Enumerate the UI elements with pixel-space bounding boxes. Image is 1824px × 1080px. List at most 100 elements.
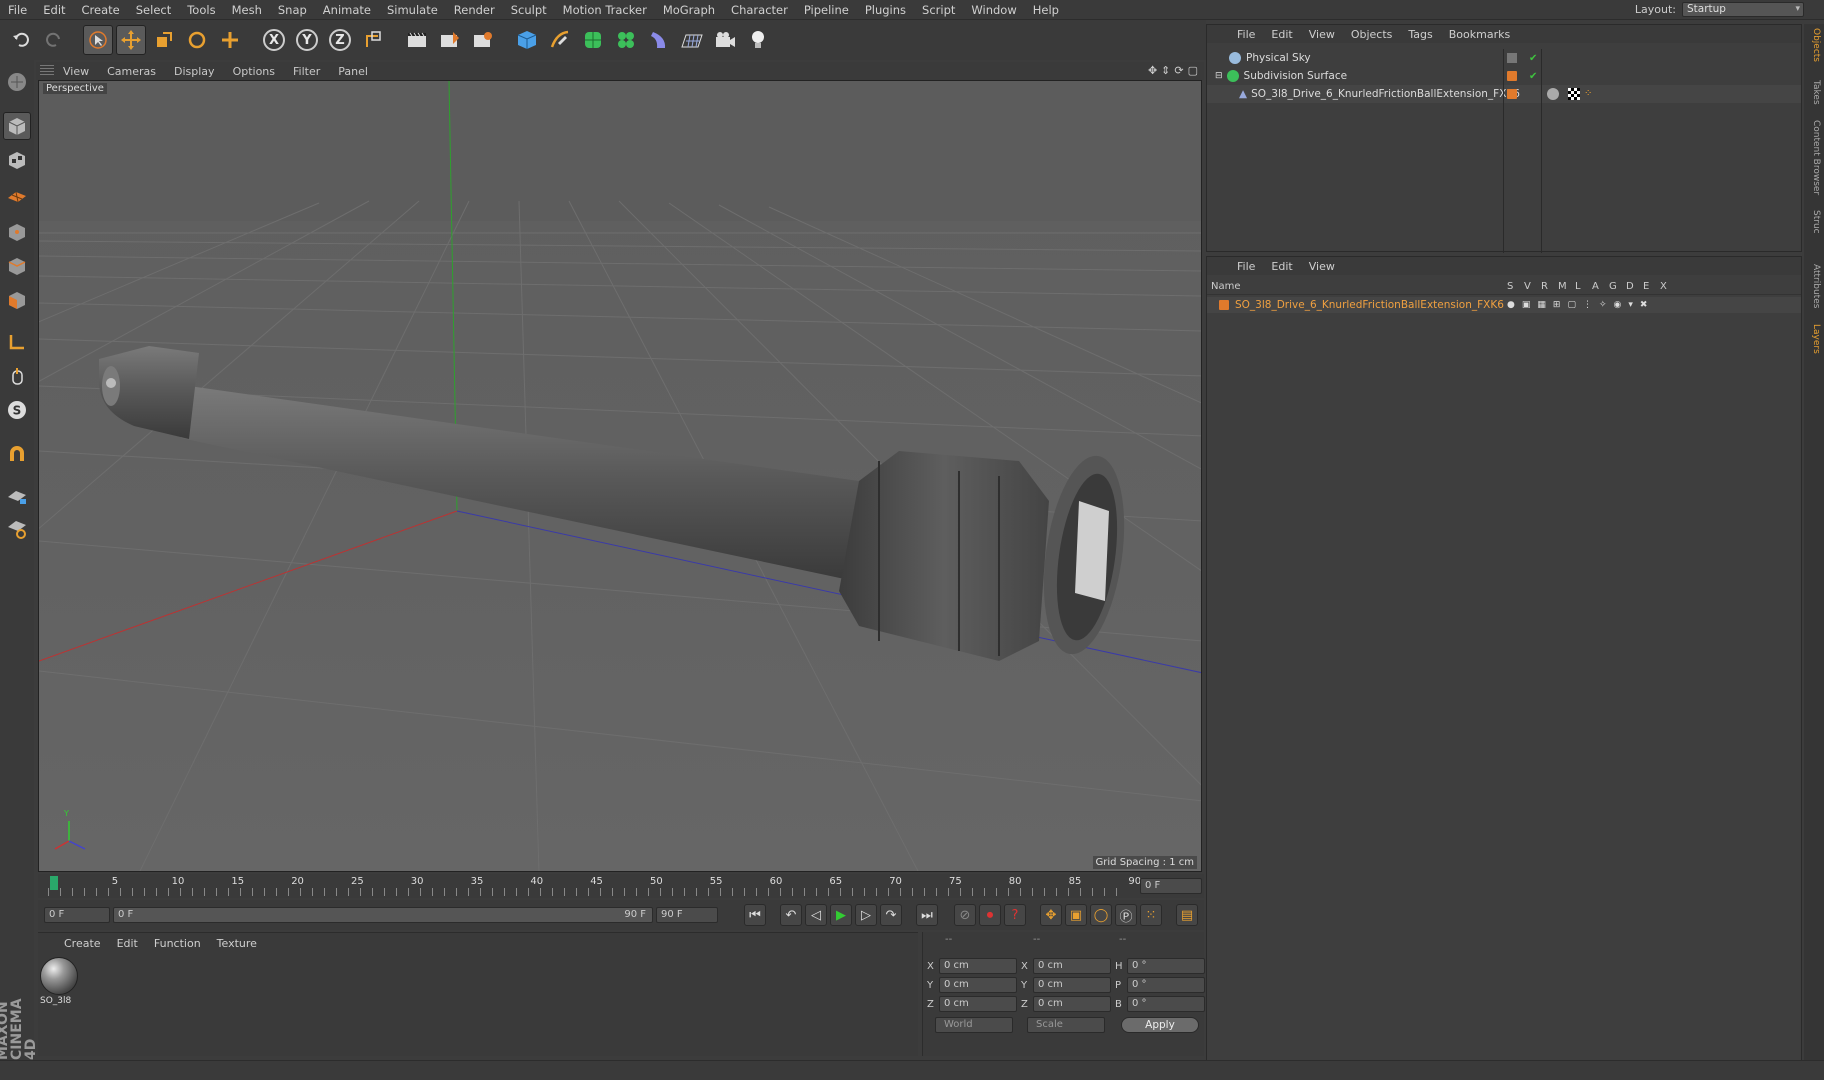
pos-x-field[interactable]: 0 cm	[939, 958, 1017, 974]
flag-expressions-label[interactable]: E	[1643, 281, 1649, 292]
world-dropdown[interactable]: World	[935, 1017, 1013, 1033]
render-icon[interactable]: ▦	[1537, 300, 1546, 310]
menu-file[interactable]: File	[0, 3, 35, 17]
generator-icon[interactable]: ✧	[1599, 300, 1607, 310]
menu-plugins[interactable]: Plugins	[857, 3, 914, 17]
timeline-ruler[interactable]: 051015202530354045505560657075808590 0 F	[38, 874, 1204, 898]
z-axis-icon[interactable]: Z	[325, 25, 355, 55]
flag-xref-label[interactable]: X	[1660, 281, 1667, 292]
material-menu-create[interactable]: Create	[56, 937, 109, 950]
next-frame-icon[interactable]: ▷	[855, 904, 877, 926]
play-forward-icon[interactable]: ▶	[830, 904, 852, 926]
flag-locked-label[interactable]: L	[1575, 281, 1581, 292]
lock-icon[interactable]: ▢	[1567, 300, 1576, 310]
menu-simulate[interactable]: Simulate	[379, 3, 446, 17]
render-to-picture-viewer-icon[interactable]	[435, 25, 465, 55]
frame-range-slider[interactable]: 0 F 90 F	[113, 907, 653, 923]
planar-workplane-icon[interactable]	[3, 514, 31, 542]
dolly-view-icon[interactable]: ⇕	[1161, 64, 1170, 77]
flag-animation-label[interactable]: A	[1592, 281, 1599, 292]
live-select-icon[interactable]	[83, 25, 113, 55]
layer-color-swatch[interactable]	[1219, 300, 1229, 310]
model-mode-icon[interactable]	[3, 112, 31, 140]
size-x-field[interactable]: 0 cm	[1033, 958, 1111, 974]
size-z-field[interactable]: 0 cm	[1033, 996, 1111, 1012]
viewport-menu-view[interactable]: View	[54, 65, 98, 78]
rot-h-field[interactable]: 0 °	[1127, 958, 1205, 974]
animation-icon[interactable]: ⋮	[1583, 300, 1592, 310]
viewport-menu-filter[interactable]: Filter	[284, 65, 329, 78]
rotate-view-icon[interactable]: ⟳	[1174, 64, 1183, 77]
obj-menu-view[interactable]: View	[1301, 28, 1343, 41]
visible-icon[interactable]: ▣	[1522, 300, 1531, 310]
layer-menu-edit[interactable]: Edit	[1263, 260, 1300, 273]
pan-view-icon[interactable]: ✥	[1148, 64, 1157, 77]
tab-content-browser[interactable]: Content Browser	[1807, 120, 1821, 195]
tweak-mode-icon[interactable]	[3, 362, 31, 390]
viewport-menu-cameras[interactable]: Cameras	[98, 65, 165, 78]
menu-create[interactable]: Create	[74, 3, 128, 17]
y-axis-icon[interactable]: Y	[292, 25, 322, 55]
material-swatch[interactable]: SO_3l8	[40, 957, 80, 1006]
collapse-icon[interactable]: ⊟	[1215, 71, 1223, 81]
rotate-icon[interactable]	[182, 25, 212, 55]
current-frame-marker[interactable]	[50, 876, 58, 890]
panel-grip-icon[interactable]	[40, 65, 54, 77]
menu-snap[interactable]: Snap	[270, 3, 315, 17]
timeline-window-icon[interactable]: ▤	[1176, 904, 1198, 926]
viewport-menu-display[interactable]: Display	[165, 65, 224, 78]
flag-solo-label[interactable]: S	[1507, 281, 1513, 292]
flag-deformers-label[interactable]: D	[1626, 281, 1634, 292]
apply-button[interactable]: Apply	[1121, 1017, 1199, 1033]
menu-edit[interactable]: Edit	[35, 3, 73, 17]
coordinate-system-icon[interactable]	[358, 25, 388, 55]
subdivision-surface-icon[interactable]	[578, 25, 608, 55]
obj-menu-file[interactable]: File	[1229, 28, 1263, 41]
solo-icon[interactable]: ●	[1507, 300, 1515, 310]
3d-viewport[interactable]: Perspective Y Grid Spacing : 1 cm	[38, 80, 1202, 872]
add-transform-icon[interactable]	[215, 25, 245, 55]
obj-menu-edit[interactable]: Edit	[1263, 28, 1300, 41]
obj-menu-tags[interactable]: Tags	[1400, 28, 1440, 41]
layer-menu-file[interactable]: File	[1229, 260, 1263, 273]
rot-b-field[interactable]: 0 °	[1127, 996, 1205, 1012]
x-axis-icon[interactable]: X	[259, 25, 289, 55]
flag-render-label[interactable]: R	[1541, 281, 1548, 292]
go-to-end-icon[interactable]: ⏭	[916, 904, 938, 926]
enabled-check-icon[interactable]: ✔	[1529, 53, 1537, 64]
workplane-icon[interactable]	[3, 180, 31, 208]
enabled-check-icon[interactable]: ✔	[1529, 71, 1537, 82]
flag-generators-label[interactable]: G	[1609, 281, 1617, 292]
scale-icon[interactable]	[149, 25, 179, 55]
pen-spline-icon[interactable]	[545, 25, 575, 55]
layer-menu-view[interactable]: View	[1301, 260, 1343, 273]
floor-icon[interactable]	[677, 25, 707, 55]
edges-mode-icon[interactable]	[3, 252, 31, 280]
current-frame-field[interactable]: 0 F	[44, 907, 110, 923]
layer-swatch[interactable]	[1507, 53, 1517, 63]
texture-mode-icon[interactable]	[3, 146, 31, 174]
deformer-icon[interactable]	[644, 25, 674, 55]
object-row-physical-sky[interactable]: Physical Sky ✔	[1207, 49, 1801, 67]
menu-mesh[interactable]: Mesh	[224, 3, 270, 17]
pos-y-field[interactable]: 0 cm	[939, 977, 1017, 993]
tab-layers[interactable]: Layers	[1807, 324, 1821, 354]
record-point-level-icon[interactable]: ⁙	[1140, 904, 1162, 926]
object-row-extension[interactable]: ▲ SO_3l8_Drive_6_KnurledFrictionBallExte…	[1207, 85, 1801, 103]
menu-render[interactable]: Render	[446, 3, 503, 17]
tab-attributes[interactable]: Attributes	[1807, 264, 1821, 308]
size-y-field[interactable]: 0 cm	[1033, 977, 1111, 993]
previous-key-icon[interactable]: ↶	[780, 904, 802, 926]
tab-structure[interactable]: Struc	[1807, 210, 1821, 234]
redo-icon[interactable]	[39, 25, 69, 55]
record-position-icon[interactable]: ✥	[1040, 904, 1062, 926]
knurled-friction-ball-extension-model[interactable]	[99, 346, 1136, 661]
menu-pipeline[interactable]: Pipeline	[796, 3, 857, 17]
undo-icon[interactable]	[6, 25, 36, 55]
camera-icon[interactable]	[710, 25, 740, 55]
texture-tag-icon[interactable]	[1568, 88, 1580, 100]
material-menu-function[interactable]: Function	[146, 937, 209, 950]
menu-sculpt[interactable]: Sculpt	[503, 3, 555, 17]
deformer-flag-icon[interactable]: ◉	[1614, 300, 1622, 310]
max-frame-field[interactable]: 90 F	[656, 907, 718, 923]
